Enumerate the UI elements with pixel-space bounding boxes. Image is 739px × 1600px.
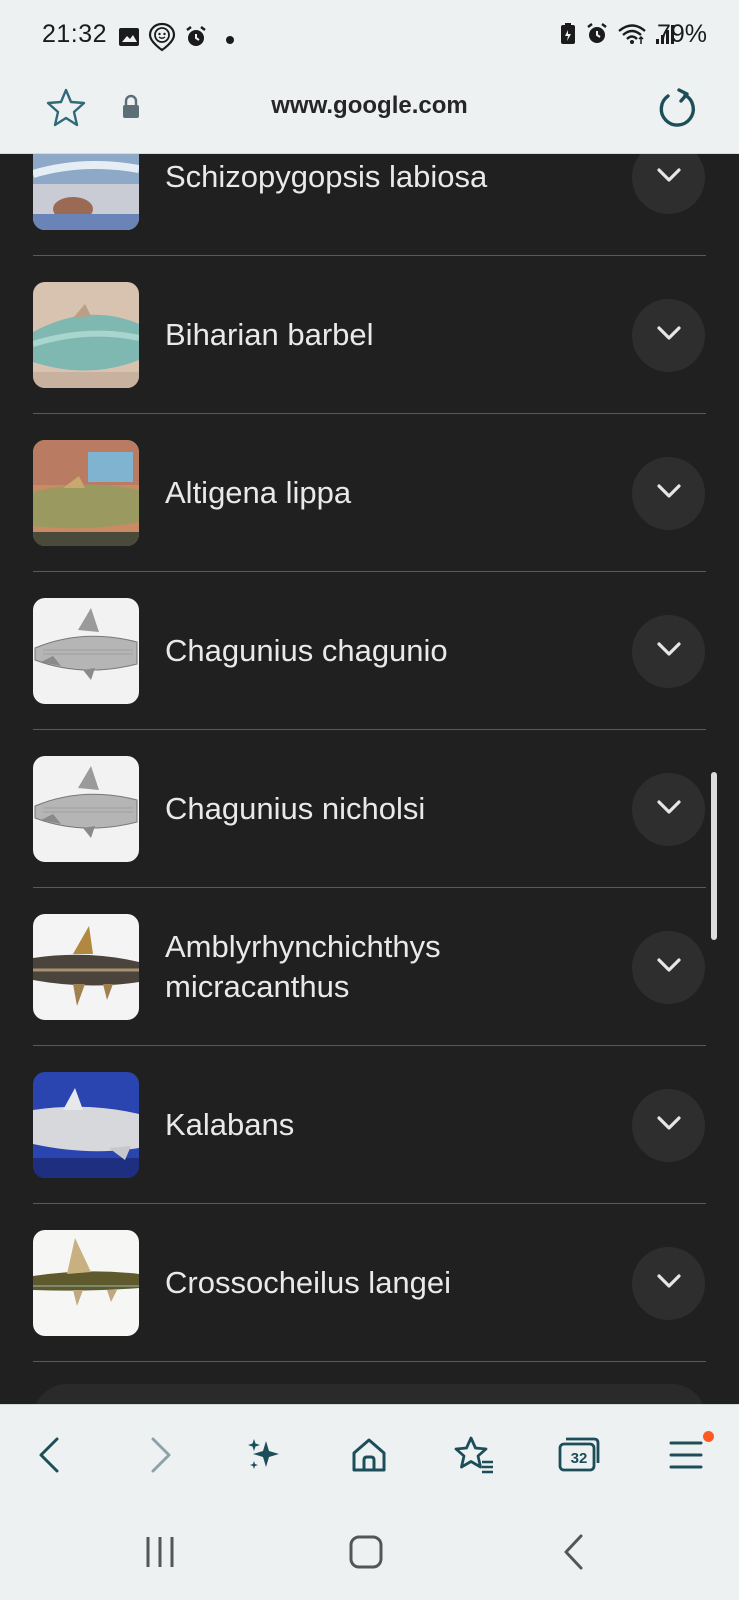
back-icon: [35, 1435, 65, 1480]
expand-button[interactable]: [632, 1247, 705, 1320]
fish-thumbnail[interactable]: [33, 282, 139, 388]
chevron-down-icon: [656, 1273, 682, 1294]
menu-icon: [666, 1435, 706, 1480]
tabs-button[interactable]: 32: [551, 1429, 607, 1485]
result-title[interactable]: Chagunius nicholsi: [165, 730, 605, 888]
list-item[interactable]: Crossocheilus langei: [33, 1204, 706, 1362]
fish-thumbnail[interactable]: [33, 1230, 139, 1336]
bookmarks-icon: [452, 1435, 496, 1480]
browser-toolbar: 32: [0, 1404, 739, 1504]
alarm-icon: [184, 25, 208, 54]
reload-icon[interactable]: [652, 84, 702, 139]
home-button[interactable]: [341, 1429, 397, 1485]
wifi-icon: [617, 22, 647, 51]
gallery-icon: [118, 26, 140, 53]
forward-button[interactable]: [132, 1429, 188, 1485]
list-item[interactable]: Chagunius chagunio: [33, 572, 706, 730]
scrollbar[interactable]: [711, 772, 717, 940]
back-button[interactable]: [22, 1429, 78, 1485]
system-back-button[interactable]: [544, 1524, 604, 1584]
back-icon: [561, 1533, 587, 1576]
menu-button[interactable]: [658, 1429, 714, 1485]
result-title[interactable]: Amblyrhynchichthys micracanthus: [165, 888, 605, 1046]
fish-thumbnail[interactable]: [33, 440, 139, 546]
status-left-icons: [118, 22, 234, 57]
fish-thumbnail[interactable]: [33, 598, 139, 704]
url-text[interactable]: www.google.com: [0, 92, 739, 120]
fish-thumbnail[interactable]: [33, 756, 139, 862]
expand-button[interactable]: [632, 615, 705, 688]
battery-saver-icon: [559, 22, 577, 51]
home-icon: [348, 1534, 384, 1575]
notification-dot: [703, 1431, 714, 1442]
chevron-down-icon: [656, 957, 682, 978]
status-bar: 21:32 79%: [0, 0, 739, 72]
recents-button[interactable]: [130, 1524, 190, 1584]
ai-assistant-button[interactable]: [236, 1429, 292, 1485]
next-card-peek: [33, 1384, 706, 1404]
face-location-icon: [148, 22, 176, 57]
list-item[interactable]: Schizopygopsis labiosa: [33, 154, 706, 256]
tabs-count: 32: [570, 1449, 588, 1467]
list-item[interactable]: Altigena lippa: [33, 414, 706, 572]
home-icon: [349, 1435, 389, 1480]
url-bar: www.google.com: [0, 72, 739, 154]
expand-button[interactable]: [632, 773, 705, 846]
result-title[interactable]: Altigena lippa: [165, 414, 605, 572]
expand-button[interactable]: [632, 931, 705, 1004]
expand-button[interactable]: [632, 154, 705, 214]
chevron-down-icon: [656, 325, 682, 346]
list-item[interactable]: Chagunius nicholsi: [33, 730, 706, 888]
chevron-down-icon: [656, 641, 682, 662]
ai-sparkle-icon: [244, 1435, 284, 1480]
expand-button[interactable]: [632, 457, 705, 530]
fish-thumbnail[interactable]: [33, 1072, 139, 1178]
fish-thumbnail[interactable]: [33, 914, 139, 1020]
result-title[interactable]: Chagunius chagunio: [165, 572, 605, 730]
recents-icon: [142, 1535, 178, 1574]
forward-icon: [145, 1435, 175, 1480]
battery-percentage: 79%: [656, 20, 707, 48]
system-nav-bar: [0, 1504, 739, 1600]
result-title[interactable]: Crossocheilus langei: [165, 1204, 605, 1362]
fish-thumbnail[interactable]: [33, 154, 139, 230]
dot-icon: [226, 35, 234, 44]
list-item[interactable]: Biharian barbel: [33, 256, 706, 414]
result-title[interactable]: Biharian barbel: [165, 256, 605, 414]
results-list: Schizopygopsis labiosa Biharian barbel A…: [0, 154, 739, 1404]
bookmarks-button[interactable]: [446, 1429, 502, 1485]
list-item[interactable]: Amblyrhynchichthys micracanthus: [33, 888, 706, 1046]
result-title[interactable]: Kalabans: [165, 1046, 605, 1204]
list-item[interactable]: Kalabans: [33, 1046, 706, 1204]
expand-button[interactable]: [632, 299, 705, 372]
chevron-down-icon: [656, 799, 682, 820]
result-title[interactable]: Schizopygopsis labiosa: [165, 154, 605, 256]
status-time: 21:32: [42, 20, 108, 48]
system-home-button[interactable]: [336, 1524, 396, 1584]
chevron-down-icon: [656, 483, 682, 504]
alarm-icon: [585, 22, 609, 51]
expand-button[interactable]: [632, 1089, 705, 1162]
chevron-down-icon: [656, 167, 682, 188]
chevron-down-icon: [656, 1115, 682, 1136]
